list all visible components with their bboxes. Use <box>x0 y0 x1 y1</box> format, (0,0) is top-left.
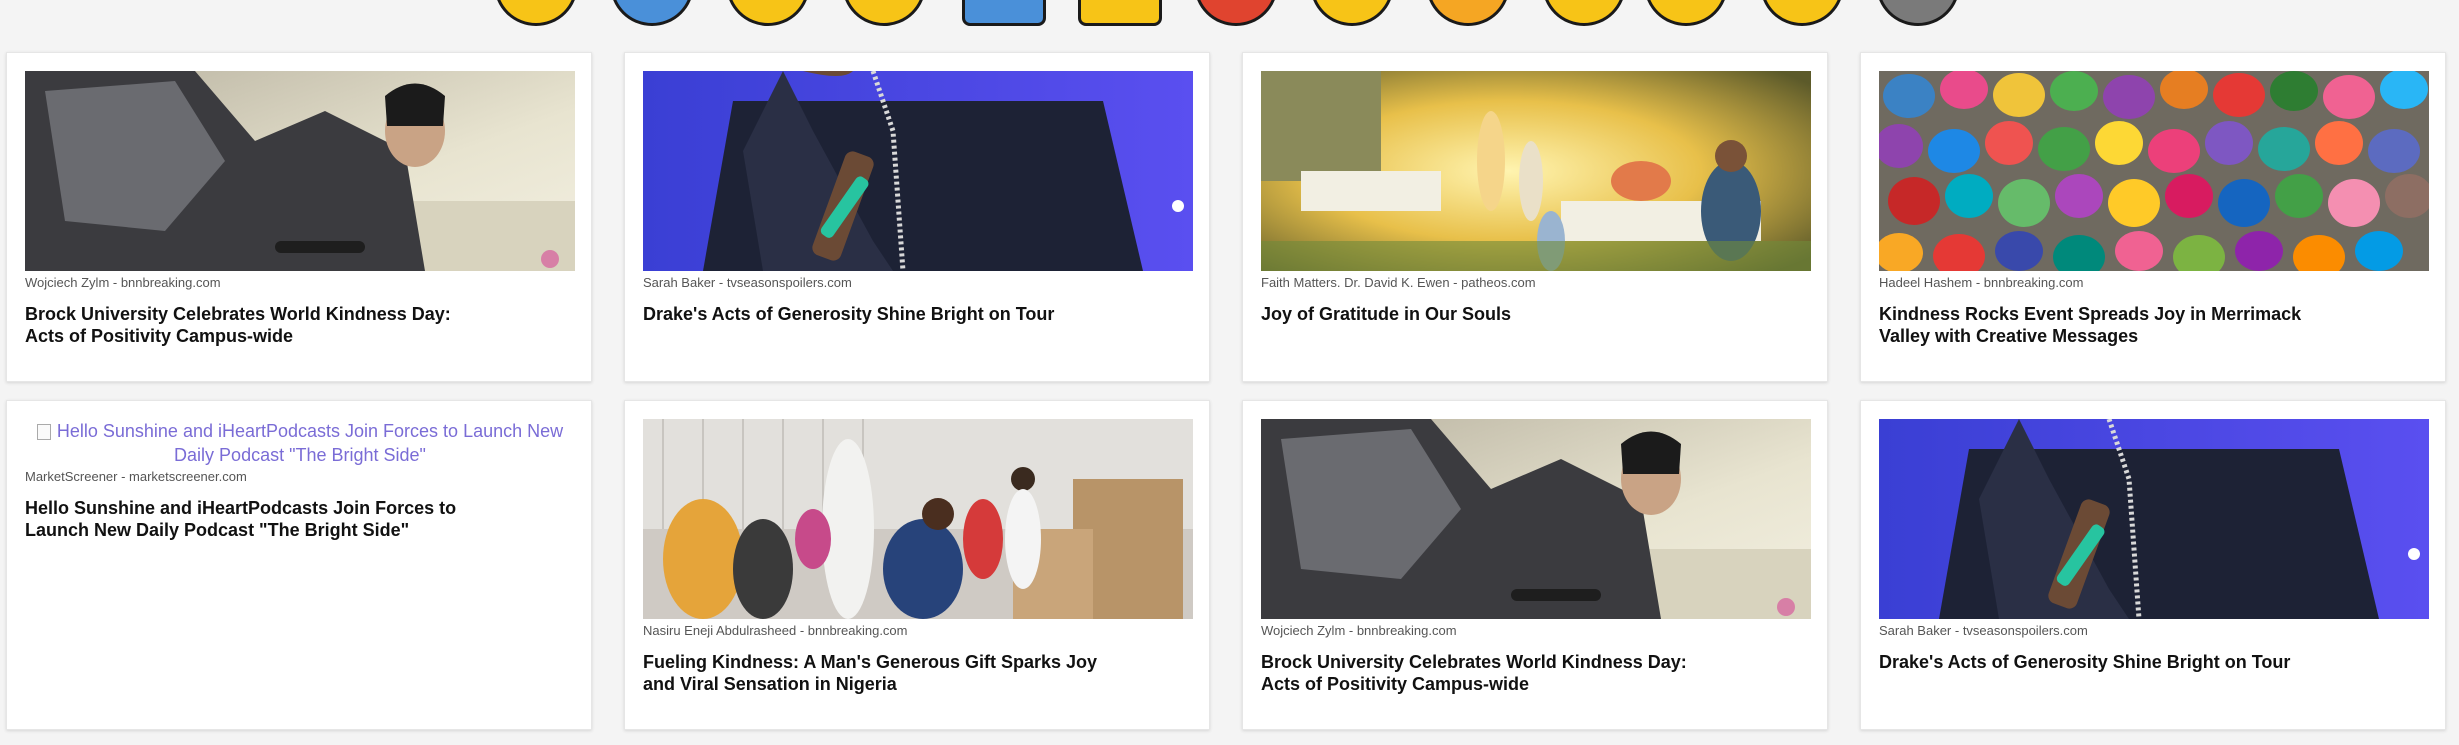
article-card[interactable]: Wojciech Zylm - bnnbreaking.com Brock Un… <box>1242 400 1828 730</box>
article-title[interactable]: Hello Sunshine and iHeartPodcasts Join F… <box>25 497 485 541</box>
article-thumbnail[interactable] <box>643 419 1193 619</box>
article-byline: Wojciech Zylm - bnnbreaking.com <box>25 275 221 290</box>
article-card[interactable]: Hello Sunshine and iHeartPodcasts Join F… <box>6 400 592 730</box>
image-alt-text: Hello Sunshine and iHeartPodcasts Join F… <box>56 421 564 465</box>
article-card[interactable]: Faith Matters. Dr. David K. Ewen - pathe… <box>1242 52 1828 382</box>
article-byline: Sarah Baker - tvseasonspoilers.com <box>1879 623 2088 638</box>
article-byline: Faith Matters. Dr. David K. Ewen - pathe… <box>1261 275 1536 290</box>
article-title[interactable]: Joy of Gratitude in Our Souls <box>1261 303 1721 325</box>
article-title[interactable]: Brock University Celebrates World Kindne… <box>1261 651 1721 695</box>
article-title[interactable]: Drake's Acts of Generosity Shine Bright … <box>643 303 1103 325</box>
article-title[interactable]: Drake's Acts of Generosity Shine Bright … <box>1879 651 2339 673</box>
article-card[interactable]: Sarah Baker - tvseasonspoilers.com Drake… <box>1860 400 2446 730</box>
article-grid: Wojciech Zylm - bnnbreaking.com Brock Un… <box>0 0 2459 745</box>
article-card[interactable]: Hadeel Hashem - bnnbreaking.com Kindness… <box>1860 52 2446 382</box>
article-thumbnail[interactable] <box>25 71 575 271</box>
article-thumbnail[interactable] <box>1879 419 2429 619</box>
article-card[interactable]: Sarah Baker - tvseasonspoilers.com Drake… <box>624 52 1210 382</box>
article-card[interactable]: Wojciech Zylm - bnnbreaking.com Brock Un… <box>6 52 592 382</box>
article-card[interactable]: Nasiru Eneji Abdulrasheed - bnnbreaking.… <box>624 400 1210 730</box>
article-thumbnail[interactable] <box>1879 71 2429 271</box>
broken-image-icon <box>36 424 51 441</box>
article-title[interactable]: Fueling Kindness: A Man's Generous Gift … <box>643 651 1103 695</box>
article-byline: Hadeel Hashem - bnnbreaking.com <box>1879 275 2084 290</box>
article-title[interactable]: Brock University Celebrates World Kindne… <box>25 303 485 347</box>
article-title[interactable]: Kindness Rocks Event Spreads Joy in Merr… <box>1879 303 2339 347</box>
article-byline: Sarah Baker - tvseasonspoilers.com <box>643 275 852 290</box>
article-thumbnail[interactable] <box>1261 419 1811 619</box>
article-byline: Nasiru Eneji Abdulrasheed - bnnbreaking.… <box>643 623 908 638</box>
article-thumbnail-broken[interactable]: Hello Sunshine and iHeartPodcasts Join F… <box>25 419 575 467</box>
article-byline: MarketScreener - marketscreener.com <box>25 469 247 484</box>
article-thumbnail[interactable] <box>643 71 1193 271</box>
article-thumbnail[interactable] <box>1261 71 1811 271</box>
article-byline: Wojciech Zylm - bnnbreaking.com <box>1261 623 1457 638</box>
